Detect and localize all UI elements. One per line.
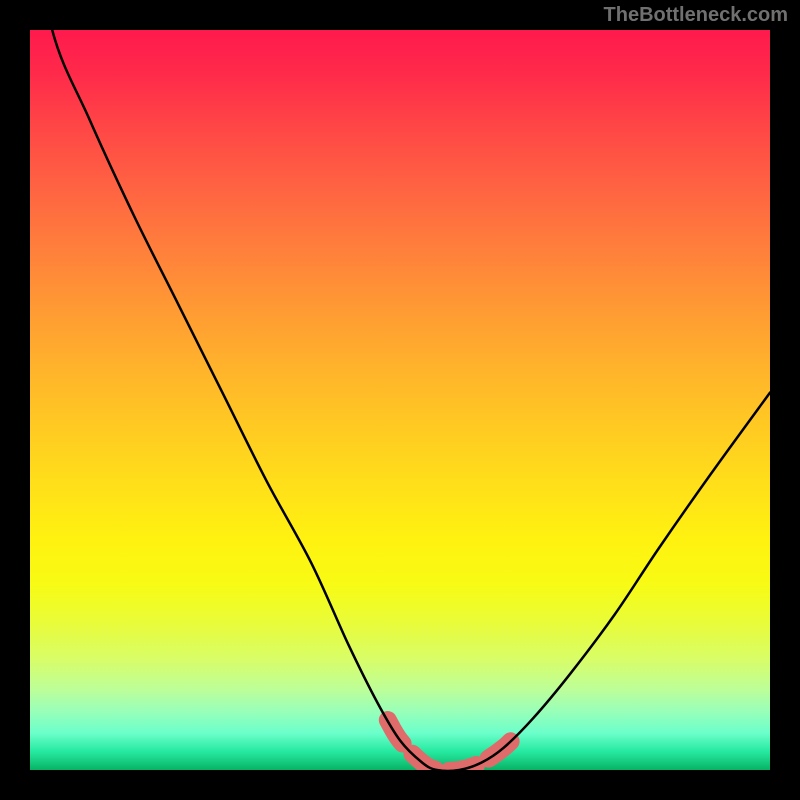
bottleneck-curve <box>30 30 770 770</box>
optimal-zone-highlight <box>388 720 520 770</box>
chart-svg <box>30 30 770 770</box>
chart-plot-area <box>30 30 770 770</box>
watermark-text: TheBottleneck.com <box>604 4 788 27</box>
